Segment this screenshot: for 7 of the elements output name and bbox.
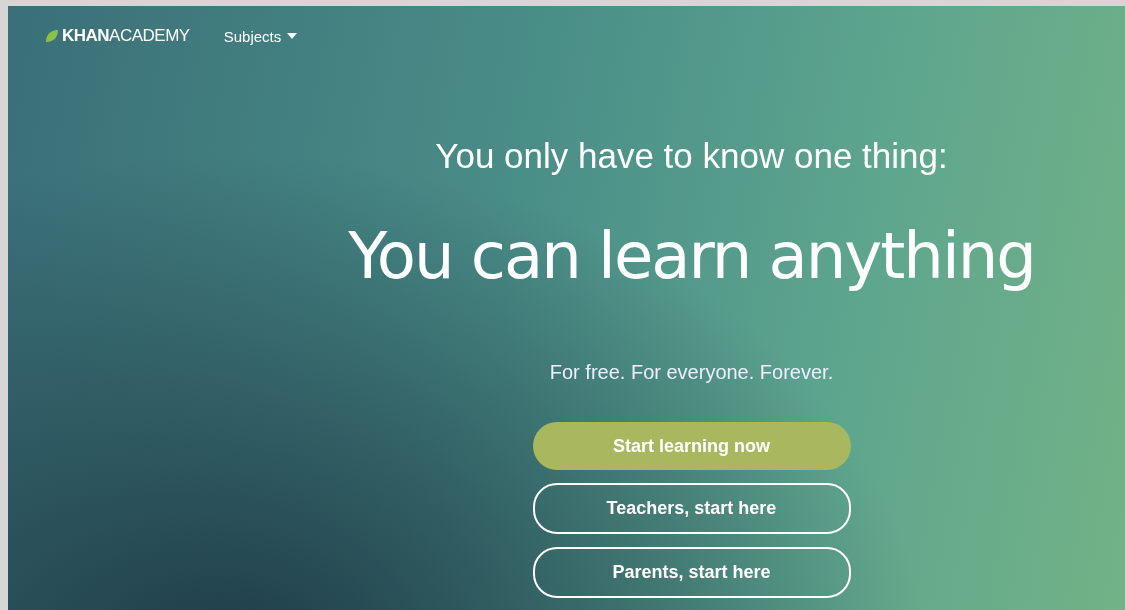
intro-text: You only have to know one thing: [435, 136, 948, 176]
tagline: For free. For everyone. Forever. [549, 361, 834, 385]
start-outline-button[interactable]: Parents, start here [532, 547, 851, 599]
headline: You can learn anything [348, 221, 1035, 292]
leaf-icon [45, 29, 59, 43]
nav-link[interactable]: Subjects [223, 27, 298, 45]
start-outline-button[interactable]: Teachers, start here [532, 483, 851, 535]
